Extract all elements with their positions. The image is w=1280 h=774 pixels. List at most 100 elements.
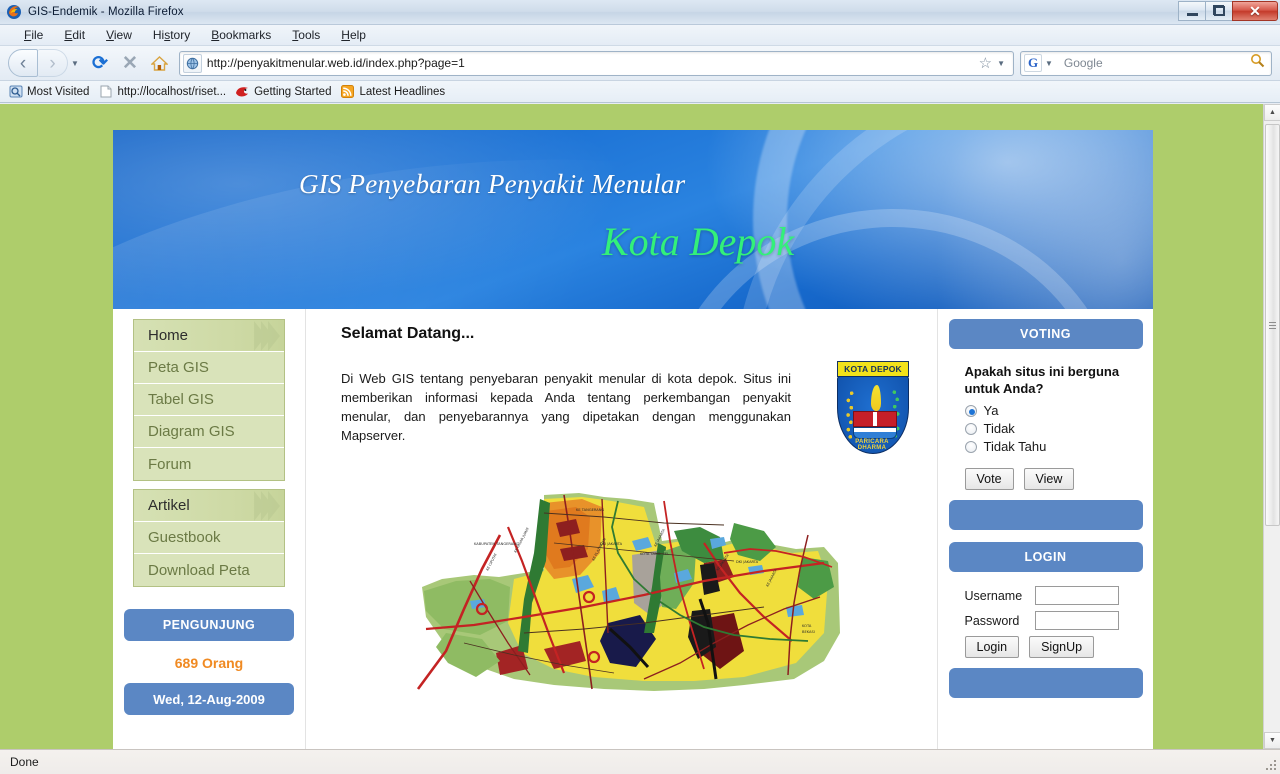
bookmark-latest-headlines[interactable]: Latest Headlines [340, 85, 445, 99]
menu-file-label: ile [31, 28, 44, 42]
vote-option-label: Tidak Tahu [983, 439, 1047, 454]
view-button[interactable]: View [1023, 468, 1075, 490]
sidebar-item-label: Guestbook [148, 529, 221, 546]
sidebar-item-label: Artikel [148, 497, 190, 514]
google-icon[interactable]: G [1024, 54, 1042, 72]
menu-edit[interactable]: Edit [54, 27, 96, 43]
navigation-toolbar: ‹ › ▼ ⟳ ✕ http://penyakitmenular.web.id/… [0, 46, 1280, 81]
stop-button[interactable]: ✕ [115, 50, 145, 77]
visitors-header: PENGUNJUNG [124, 609, 294, 641]
menu-tools-label: ools [298, 28, 321, 42]
scroll-down-button[interactable]: ▼ [1264, 732, 1280, 749]
password-input[interactable] [1034, 611, 1119, 630]
voting-header: VOTING [948, 319, 1143, 349]
sidebar-item-label: Diagram GIS [148, 423, 235, 440]
svg-text:KOTA TANG. SEL: KOTA TANG. SEL [640, 552, 669, 556]
menu-file[interactable]: File [14, 27, 54, 43]
menu-tools[interactable]: Tools [282, 27, 331, 43]
url-bar[interactable]: http://penyakitmenular.web.id/index.php?… [178, 50, 1014, 76]
sidebar-item-home[interactable]: Home [134, 320, 284, 352]
vertical-scrollbar[interactable]: ▲ ▼ [1263, 104, 1280, 749]
bookmark-localhost[interactable]: http://localhost/riset... [98, 85, 226, 99]
vote-option-tidak[interactable]: Tidak [964, 421, 1141, 436]
menu-history[interactable]: History [143, 27, 201, 43]
menu-view-label: iew [113, 28, 132, 42]
back-button[interactable]: ‹ [8, 49, 38, 77]
firefox-icon [6, 4, 22, 20]
password-row: Password [965, 611, 1141, 630]
menu-help[interactable]: Help [331, 27, 377, 43]
emblem-motto: PARICARA DHARMA [855, 439, 889, 451]
resize-grip-icon[interactable] [1264, 758, 1278, 772]
back-forward-group: ‹ › ▼ [8, 49, 83, 77]
status-bar: Done [0, 749, 1280, 774]
chevron-down-icon[interactable]: ▼ [71, 59, 79, 68]
forward-button[interactable]: › [38, 49, 68, 77]
sidebar-item-forum[interactable]: Forum [134, 448, 284, 480]
search-bar[interactable]: G ▼ Google [1020, 50, 1272, 76]
svg-text:BEKASI: BEKASI [802, 630, 815, 634]
close-button[interactable]: ✕ [1232, 1, 1278, 21]
svg-text:KABUPATEN TANGERANG: KABUPATEN TANGERANG [474, 542, 519, 546]
vote-option-ya[interactable]: Ya [964, 403, 1141, 418]
emblem-book [853, 411, 897, 427]
scroll-up-button[interactable]: ▲ [1264, 104, 1280, 121]
sidebar-item-download-peta[interactable]: Download Peta [134, 554, 284, 586]
close-icon: ✕ [1249, 3, 1261, 19]
reload-button[interactable]: ⟳ [85, 50, 115, 77]
sidebar-item-diagram-gis[interactable]: Diagram GIS [134, 416, 284, 448]
bookmark-label: http://localhost/riset... [117, 85, 227, 98]
sidebar-item-tabel-gis[interactable]: Tabel GIS [134, 384, 284, 416]
bookmark-most-visited[interactable]: Most Visited [8, 85, 89, 99]
title-bar: GIS-Endemik - Mozilla Firefox ✕ [0, 0, 1280, 25]
vote-button[interactable]: Vote [964, 468, 1014, 490]
window-title: GIS-Endemik - Mozilla Firefox [28, 6, 184, 18]
vote-option-label: Tidak [983, 421, 1015, 436]
minimize-button[interactable] [1178, 1, 1206, 21]
current-date: Wed, 12-Aug-2009 [124, 683, 294, 715]
sidebar-item-guestbook[interactable]: Guestbook [134, 522, 284, 554]
back-icon: ‹ [19, 52, 27, 74]
search-input[interactable]: Google [1064, 56, 1250, 70]
scrollbar-thumb[interactable] [1265, 124, 1280, 526]
sidebar-item-artikel[interactable]: Artikel [134, 490, 284, 522]
login-footer [948, 668, 1143, 698]
radio-icon[interactable] [964, 440, 977, 453]
radio-icon[interactable] [964, 404, 977, 417]
url-dropdown-icon[interactable]: ▼ [997, 59, 1005, 68]
menu-bookmarks[interactable]: Bookmarks [201, 27, 282, 43]
kota-depok-emblem: KOTA DEPOK PARICARA DHARMA [831, 361, 913, 455]
signup-button[interactable]: SignUp [1029, 636, 1095, 658]
page-title: Selamat Datang... [341, 325, 475, 342]
menu-history-label: tory [170, 28, 191, 42]
bookmark-getting-started[interactable]: Getting Started [235, 85, 331, 99]
page-icon [98, 85, 113, 99]
home-button[interactable] [145, 50, 175, 77]
magnifier-icon[interactable] [1250, 53, 1265, 73]
sidebar-item-label: Tabel GIS [148, 391, 214, 408]
site-favicon [182, 53, 202, 73]
home-icon [150, 55, 170, 71]
star-icon[interactable]: ☆ [979, 54, 992, 72]
minimize-icon [1186, 13, 1198, 16]
search-engine-dropdown-icon[interactable]: ▼ [1045, 59, 1053, 68]
nav-group-secondary: Artikel Guestbook Download Peta [133, 489, 285, 587]
vote-option-tidak-tahu[interactable]: Tidak Tahu [964, 439, 1141, 454]
login-button[interactable]: Login [964, 636, 1020, 658]
sidebar-item-peta-gis[interactable]: Peta GIS [134, 352, 284, 384]
scrollbar-grip-icon [1269, 321, 1276, 329]
voting-panel: VOTING Apakah situs ini berguna untuk An… [948, 319, 1143, 530]
forward-icon: › [49, 52, 56, 74]
chevron-right-icon [254, 320, 280, 351]
banner-subtitle: Kota Depok [602, 219, 795, 264]
voting-body: Apakah situs ini berguna untuk Anda? Ya … [949, 349, 1143, 500]
visitors-count: 689 Orang [174, 655, 244, 671]
svg-text:KE TANGERANG: KE TANGERANG [576, 508, 604, 512]
radio-icon[interactable] [964, 422, 977, 435]
maximize-button[interactable] [1205, 1, 1233, 21]
menu-view[interactable]: View [96, 27, 143, 43]
url-text: http://penyakitmenular.web.id/index.php?… [206, 56, 465, 70]
menu-bookmarks-label: ookmarks [219, 28, 272, 42]
username-input[interactable] [1034, 586, 1119, 605]
svg-text:KE PASAR JUMAT: KE PASAR JUMAT [513, 526, 530, 554]
